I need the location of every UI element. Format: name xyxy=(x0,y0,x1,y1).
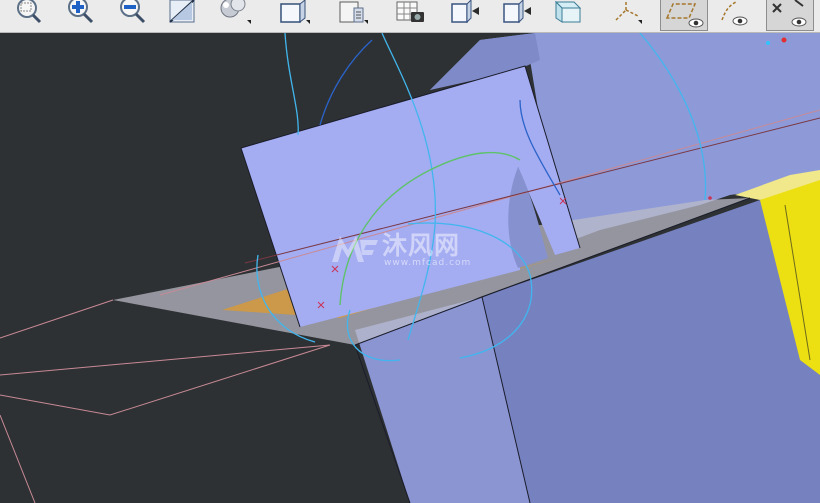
zoom-out-tool[interactable] xyxy=(114,0,148,28)
axis-system-tool[interactable] xyxy=(610,0,644,28)
normal-view-icon xyxy=(169,0,195,23)
capture-tool[interactable] xyxy=(394,0,428,28)
view-toolbar xyxy=(0,0,820,33)
render-style-tool[interactable] xyxy=(218,0,252,28)
iso-view-icon xyxy=(280,0,310,24)
zoom-area-icon xyxy=(17,0,42,24)
front-view-tool[interactable] xyxy=(448,0,482,28)
zoom-area-tool[interactable] xyxy=(10,0,44,28)
3d-viewport[interactable]: 沐风网 www.mfcad.com xyxy=(0,33,820,503)
view-mode-tool[interactable] xyxy=(336,0,370,28)
axis-system-icon xyxy=(615,0,642,24)
front-view-icon xyxy=(451,0,479,24)
show-curve-icon xyxy=(721,1,748,26)
model-scene xyxy=(0,33,820,503)
hide-show-icon xyxy=(554,0,582,23)
swap-visible-tool[interactable] xyxy=(766,0,814,31)
back-view-icon xyxy=(503,0,531,24)
hide-show-tool[interactable] xyxy=(552,0,586,28)
normal-view-tool[interactable] xyxy=(166,0,200,28)
sketch-plane-tool[interactable] xyxy=(660,0,708,31)
watermark-url: www.mfcad.com xyxy=(384,258,472,268)
iso-view-tool[interactable] xyxy=(278,0,312,28)
view-mode-icon xyxy=(339,1,368,24)
render-style-icon xyxy=(220,0,251,24)
zoom-in-icon xyxy=(68,0,94,24)
zoom-out-icon xyxy=(120,0,146,24)
swap-visible-icon xyxy=(772,0,807,27)
watermark-brand: 沐风网 xyxy=(382,231,461,260)
zoom-in-tool[interactable] xyxy=(62,0,96,28)
watermark-logo-icon xyxy=(332,236,378,262)
show-curve-tool[interactable] xyxy=(716,0,756,28)
catia-window: 沐风网 www.mfcad.com xyxy=(0,0,820,503)
sketch-plane-icon xyxy=(665,3,704,28)
back-view-tool[interactable] xyxy=(500,0,534,28)
capture-icon xyxy=(396,1,424,22)
